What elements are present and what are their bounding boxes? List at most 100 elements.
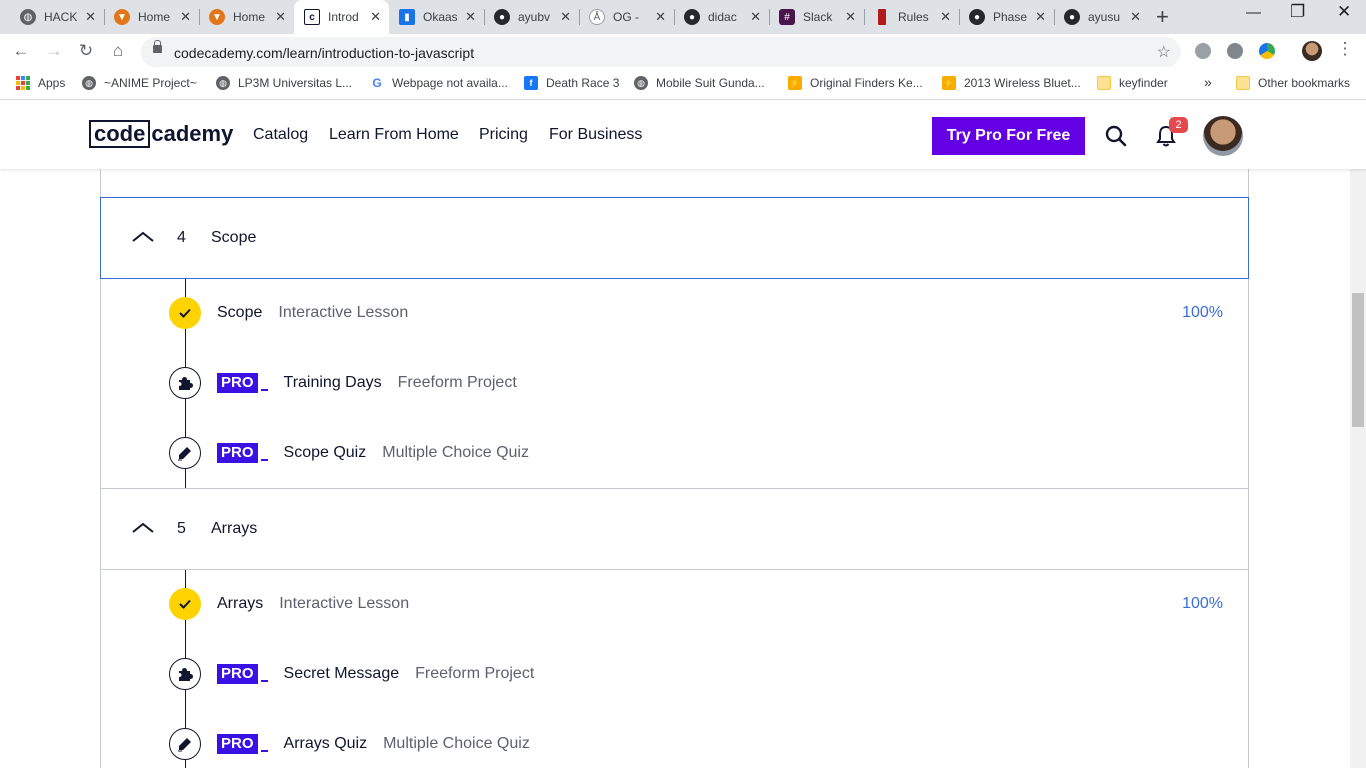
search-icon[interactable] — [1104, 124, 1128, 148]
bookmark-label: Original Finders Ke... — [810, 76, 923, 90]
checkmark-icon — [169, 588, 201, 620]
item-name: Scope Quiz — [283, 444, 367, 461]
close-icon[interactable]: ✕ — [750, 9, 761, 25]
bookmark-item[interactable]: G Webpage not availa... — [370, 76, 508, 90]
extension-icon[interactable] — [1227, 43, 1243, 59]
browser-tab[interactable]: # Slack ✕ — [769, 0, 865, 34]
list-item[interactable]: Scope Interactive Lesson 100% — [169, 297, 1229, 329]
bookmark-label: ~ANIME Project~ — [104, 76, 197, 90]
book-icon: ▮ — [399, 9, 415, 25]
tab-title: Phase — [993, 10, 1027, 24]
close-icon[interactable]: ✕ — [940, 9, 951, 25]
tab-title: ayusu — [1088, 10, 1121, 24]
bookmark-item[interactable]: ⚡ 2013 Wireless Bluet... — [942, 76, 1081, 90]
close-icon[interactable]: ✕ — [465, 9, 476, 25]
close-icon[interactable]: ✕ — [85, 9, 96, 25]
bookmark-apps[interactable]: Apps — [16, 76, 65, 90]
nav-for-business[interactable]: For Business — [549, 126, 642, 144]
logo-rest-text: cademy — [151, 121, 234, 146]
close-icon[interactable]: ✕ — [275, 9, 286, 25]
browser-tab[interactable]: Rules ✕ — [864, 0, 960, 34]
browser-toolbar: ← → ↻ ⌂ codecademy.com/learn/introductio… — [0, 34, 1366, 70]
bookmarks-overflow[interactable]: » — [1204, 74, 1212, 90]
item-type: Multiple Choice Quiz — [382, 444, 529, 461]
extension-icon[interactable] — [1259, 43, 1275, 59]
reload-icon[interactable]: ↻ — [75, 41, 97, 61]
pro-label: PRO — [217, 373, 258, 393]
bookmark-item[interactable]: f Death Race 3 — [524, 76, 619, 90]
bookmark-label: LP3M Universitas L... — [238, 76, 353, 90]
close-window-icon[interactable]: ✕ — [1337, 2, 1351, 22]
browser-tab[interactable]: ◍ HACK ✕ — [10, 0, 105, 34]
browser-tab[interactable]: ● didac ✕ — [674, 0, 770, 34]
lock-icon — [153, 40, 162, 53]
bookmark-item[interactable]: ◍ LP3M Universitas L... — [216, 76, 352, 90]
address-url[interactable]: codecademy.com/learn/introduction-to-jav… — [174, 45, 474, 61]
bookmark-label: keyfinder — [1119, 76, 1168, 90]
list-item[interactable]: Arrays Interactive Lesson 100% — [169, 588, 1229, 620]
fox-icon: ▼ — [209, 9, 225, 25]
browser-tab[interactable]: ● Phase ✕ — [959, 0, 1055, 34]
restore-icon[interactable]: ❐ — [1290, 2, 1305, 22]
profile-avatar-icon[interactable] — [1302, 41, 1322, 61]
user-avatar[interactable] — [1203, 116, 1243, 156]
close-icon[interactable]: ✕ — [370, 9, 381, 25]
tab-title: Home — [138, 10, 171, 24]
browser-tab[interactable]: ▼ Home ✕ — [104, 0, 200, 34]
slack-icon: # — [779, 9, 795, 25]
browser-tab-active[interactable]: c Introd ✕ — [294, 0, 389, 34]
bookmark-item[interactable]: ◍ ~ANIME Project~ — [82, 76, 197, 90]
codecademy-logo[interactable]: code cademy — [89, 120, 233, 148]
close-icon[interactable]: ✕ — [1035, 9, 1046, 25]
module-number: 4 — [177, 229, 186, 246]
home-icon[interactable]: ⌂ — [107, 41, 129, 61]
close-icon[interactable]: ✕ — [1130, 9, 1141, 25]
close-icon[interactable]: ✕ — [560, 9, 571, 25]
menu-kebab-icon[interactable]: ⋮ — [1334, 39, 1356, 59]
item-type: Interactive Lesson — [279, 595, 410, 612]
item-name: Secret Message — [283, 665, 400, 682]
list-item[interactable]: PRO Arrays Quiz Multiple Choice Quiz — [169, 728, 1229, 760]
nav-pricing[interactable]: Pricing — [479, 126, 528, 144]
bookmark-item[interactable]: ⚡ Original Finders Ke... — [788, 76, 923, 90]
address-bar[interactable]: codecademy.com/learn/introduction-to-jav… — [141, 37, 1181, 67]
extension-icon[interactable] — [1195, 43, 1211, 59]
module-header-scope[interactable]: 4 Scope — [100, 197, 1249, 279]
bookmark-folder[interactable]: keyfinder — [1097, 76, 1168, 90]
tab-title: didac — [708, 10, 737, 24]
bookmarks-bar: Apps ◍ ~ANIME Project~ ◍ LP3M Universita… — [0, 70, 1366, 100]
close-icon[interactable]: ✕ — [655, 9, 666, 25]
list-item[interactable]: PRO Secret Message Freeform Project — [169, 658, 1229, 690]
pro-label: PRO — [217, 664, 258, 684]
browser-tab[interactable]: ▮ Okaas ✕ — [389, 0, 485, 34]
bookmark-item[interactable]: ◍ Mobile Suit Gunda... — [634, 76, 765, 90]
close-icon[interactable]: ✕ — [845, 9, 856, 25]
nav-catalog[interactable]: Catalog — [253, 126, 308, 144]
minimize-icon[interactable]: — — [1246, 4, 1261, 21]
bookmark-label: Death Race 3 — [546, 76, 620, 90]
puzzle-piece-icon — [169, 658, 201, 690]
browser-tab[interactable]: ▼ Home ✕ — [199, 0, 294, 34]
nav-learn-from-home[interactable]: Learn From Home — [329, 126, 459, 144]
back-arrow-icon[interactable]: ← — [10, 41, 32, 61]
globe-icon: ◍ — [634, 76, 648, 90]
try-pro-button[interactable]: Try Pro For Free — [932, 117, 1085, 155]
module-header-arrays[interactable]: 5 Arrays — [100, 488, 1249, 570]
chevron-up-icon — [132, 231, 154, 242]
module-title: Arrays — [211, 520, 258, 537]
list-item[interactable]: PRO Training Days Freeform Project — [169, 367, 1229, 399]
bookmark-star-icon[interactable]: ☆ — [1157, 42, 1171, 62]
scrollbar-thumb[interactable] — [1352, 293, 1364, 427]
other-bookmarks-folder[interactable]: Other bookmarks — [1236, 76, 1350, 90]
page-scrollbar[interactable] — [1350, 169, 1366, 768]
forward-arrow-icon[interactable]: → — [43, 41, 65, 61]
browser-tab[interactable]: ● ayubv ✕ — [484, 0, 580, 34]
browser-tab[interactable]: Å OG - ✕ — [579, 0, 675, 34]
list-item[interactable]: PRO Scope Quiz Multiple Choice Quiz — [169, 437, 1229, 469]
pro-badge: PRO — [217, 734, 268, 754]
pro-label: PRO — [217, 734, 258, 754]
close-icon[interactable]: ✕ — [180, 9, 191, 25]
new-tab-plus-icon[interactable]: + — [1156, 4, 1169, 30]
browser-tab[interactable]: ● ayusu ✕ — [1054, 0, 1149, 34]
tab-title: HACK — [44, 10, 78, 24]
